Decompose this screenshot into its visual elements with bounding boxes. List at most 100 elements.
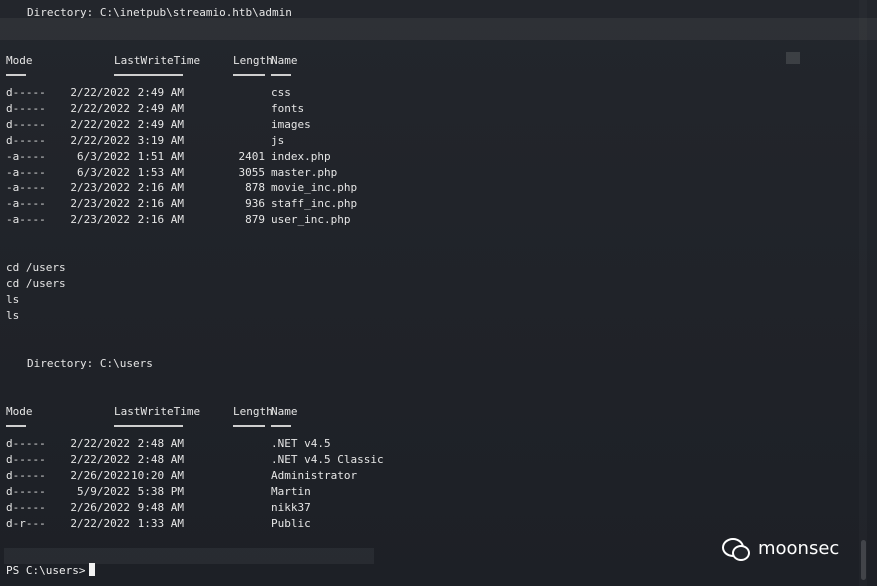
directory-heading-2: Directory: C:\users [27,356,153,372]
header-underline [271,74,291,76]
terminal-window[interactable]: Directory: C:\inetpub\streamio.htb\admin… [0,0,877,586]
header-lastwritetime-2: LastWriteTime [114,405,201,418]
vertical-scrollbar[interactable] [859,0,867,586]
background-button [786,52,800,64]
cell-date: 2/22/2022 [70,452,130,466]
cell-time: 2:49 AM [137,117,184,131]
header-length-1: Length [233,54,273,67]
header-underline [233,425,265,427]
command-line: ls [6,293,20,306]
cell-time: 5:38 PM [137,484,184,498]
command-line: cd /users [6,277,66,290]
cell-time: 1:51 AM [137,149,184,163]
cell-mode: -a---- [6,181,46,195]
cell-name: Martin [271,484,311,498]
header-underline [6,74,26,76]
cell-mode: d----- [6,452,46,466]
cell-mode: d-r--- [6,516,46,530]
cell-length: 936 [245,197,265,211]
cell-time: 1:33 AM [137,516,184,530]
cell-date: 2/22/2022 [70,516,130,530]
background-toolbar [0,18,877,40]
cell-time: 2:16 AM [137,213,184,227]
cell-date: 2/26/2022 [70,500,130,514]
header-name-1: Name [271,54,298,67]
prompt-text: PS C:\users> [6,564,86,577]
cell-length: 2401 [238,149,266,163]
header-underline [114,74,183,76]
cell-name: movie_inc.php [271,181,358,195]
cell-date: 2/22/2022 [70,101,130,115]
cell-time: 9:48 AM [137,500,184,514]
command-prompt[interactable]: PS C:\users> [6,563,96,579]
cell-name: js [271,133,285,147]
wechat-icon [722,538,750,561]
cell-name: css [271,86,291,99]
cell-date: 2/22/2022 [70,86,130,99]
cell-name: .NET v4.5 Classic [271,452,384,466]
cell-length: 3055 [238,165,266,179]
cell-mode: -a---- [6,197,46,211]
cell-name: Public [271,516,311,530]
header-underline [271,425,291,427]
header-underline [6,425,26,427]
header-length-2: Length [233,405,273,418]
header-lastwritetime-1: LastWriteTime [114,54,201,67]
cell-time: 2:49 AM [137,101,184,115]
header-underline [114,425,183,427]
cell-name: staff_inc.php [271,197,358,211]
directory-label: Directory: [27,6,94,19]
cell-date: 2/22/2022 [70,133,130,147]
cell-mode: d----- [6,117,46,131]
cell-time: 3:19 AM [137,133,184,147]
cell-name: images [271,117,311,131]
cell-name: Administrator [271,468,358,482]
cell-name: index.php [271,149,331,163]
command-line: cd /users [6,261,66,274]
cell-mode: -a---- [6,165,46,179]
cell-mode: d----- [6,133,46,147]
cell-date: 2/23/2022 [70,213,130,227]
cell-length: 878 [245,181,265,195]
cell-mode: d----- [6,500,46,514]
cell-time: 2:16 AM [137,181,184,195]
watermark: moonsec [722,538,840,561]
cell-mode: d----- [6,437,46,450]
directory-label: Directory: [27,357,94,370]
cell-name: nikk37 [271,500,311,514]
cell-time: 1:53 AM [137,165,184,179]
header-underline [233,74,265,76]
cell-mode: d----- [6,101,46,115]
cell-length: 879 [245,213,265,227]
directory-path: C:\users [99,357,153,370]
cell-time: 2:49 AM [137,86,184,99]
header-name-2: Name [271,405,298,418]
cell-name: fonts [271,101,305,115]
background-input-bar [4,548,374,564]
cell-time: 10:20 AM [131,468,184,482]
watermark-text: moonsec [758,538,840,560]
cell-date: 2/22/2022 [70,437,130,450]
command-line: ls [6,309,20,322]
directory-path: C:\inetpub\streamio.htb\admin [99,6,292,19]
cell-name: user_inc.php [271,213,351,227]
cell-date: 2/23/2022 [70,181,130,195]
cell-date: 2/23/2022 [70,197,130,211]
header-mode-2: Mode [6,405,33,418]
cell-date: 2/22/2022 [70,117,130,131]
header-mode-1: Mode [6,54,33,67]
cell-date: 6/3/2022 [77,149,130,163]
cell-mode: d----- [6,484,46,498]
scrollbar-thumb[interactable] [861,540,866,580]
cell-time: 2:48 AM [137,437,184,450]
text-cursor [89,563,96,576]
cell-mode: -a---- [6,213,46,227]
cell-date: 2/26/2022 [70,468,130,482]
cell-time: 2:48 AM [137,452,184,466]
cell-date: 5/9/2022 [77,484,130,498]
cell-name: master.php [271,165,338,179]
cell-mode: d----- [6,86,46,99]
cell-name: .NET v4.5 [271,437,331,450]
cell-mode: -a---- [6,149,46,163]
directory-heading-1: Directory: C:\inetpub\streamio.htb\admin [27,5,292,21]
